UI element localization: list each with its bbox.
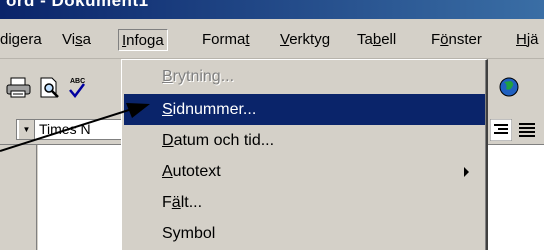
menu-item-field[interactable]: Fält... <box>124 187 485 218</box>
menu-format[interactable]: Format <box>202 29 250 51</box>
menu-tools[interactable]: Verktyg <box>280 29 330 51</box>
menu-insert[interactable]: Infoga <box>118 29 168 51</box>
align-justify-icon[interactable] <box>516 119 538 141</box>
vertical-ruler <box>0 145 37 250</box>
print-icon[interactable] <box>6 77 32 99</box>
submenu-arrow-icon <box>464 167 469 177</box>
font-name: Times N <box>39 121 91 137</box>
window-title: ord - Dokument1 <box>6 0 149 10</box>
menu-item-date-time[interactable]: Datum och tid... <box>124 125 485 156</box>
menu-item-symbol[interactable]: Symbol <box>124 218 485 249</box>
insert-menu-dropdown: Brytning... Sidnummer... Datum och tid..… <box>121 59 488 250</box>
menu-bar: digera Visa Infoga Format Verktyg Tabell… <box>0 19 544 59</box>
menu-item-page-numbers[interactable]: Sidnummer... <box>124 94 485 125</box>
menu-edit[interactable]: digera <box>0 29 42 51</box>
menu-item-break: Brytning... <box>162 68 235 85</box>
menu-view[interactable]: Visa <box>62 29 91 51</box>
align-right-icon[interactable] <box>490 119 512 141</box>
title-bar: ord - Dokument1 <box>0 0 544 19</box>
menu-help[interactable]: Hjä <box>516 29 539 51</box>
font-select[interactable]: ▼ Times N <box>16 119 122 140</box>
spelling-check-icon[interactable]: ABC <box>68 74 86 100</box>
chevron-down-icon[interactable]: ▼ <box>19 120 35 139</box>
menu-table[interactable]: Tabell <box>357 29 396 51</box>
web-toolbar-icon[interactable] <box>496 74 522 100</box>
menu-window[interactable]: Fönster <box>431 29 482 51</box>
menu-item-autotext[interactable]: Autotext <box>124 156 485 187</box>
print-preview-icon[interactable] <box>38 76 62 100</box>
